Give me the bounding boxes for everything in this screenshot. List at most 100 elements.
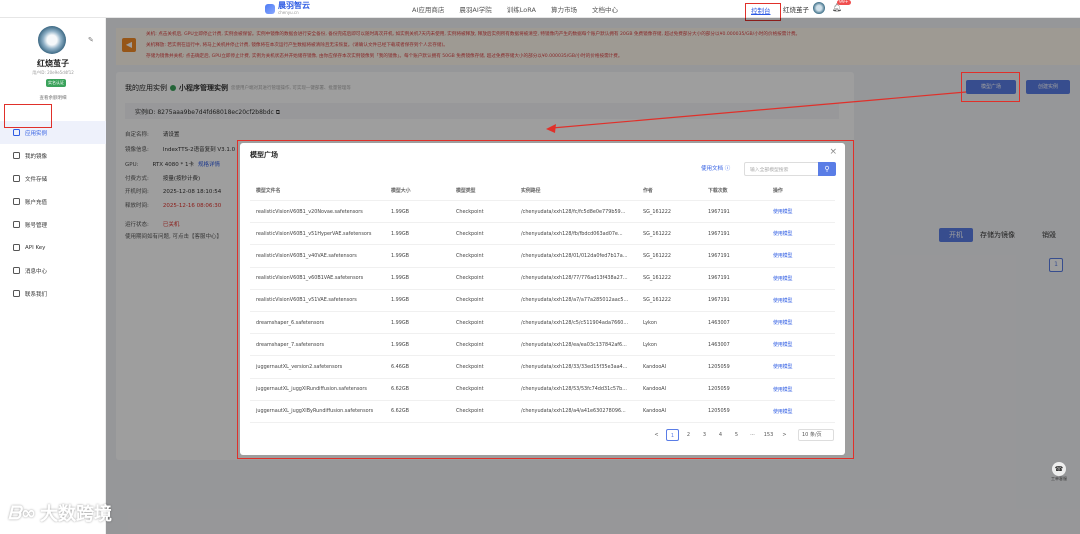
logo-icon [265, 3, 275, 14]
cell-type: Checkpoint [456, 275, 484, 282]
cell-downloads: 1205059 [708, 408, 730, 415]
cell-path: /chenyudata/xxh128/ea/ea03c137842af6... [521, 341, 627, 348]
logo-text: 晨羽智云 [278, 1, 310, 10]
page-ellipsis[interactable]: ··· [746, 429, 759, 441]
support-widget[interactable]: ☎ 工单客服 [1048, 462, 1070, 486]
cell-downloads: 1205059 [708, 386, 730, 393]
sidebar-highlight-box [4, 104, 52, 128]
sidebar-item-images[interactable]: 我的镜像 [0, 144, 106, 167]
cell-path: /chenyudata/xxh128/fb/fbdcd063ad07e... [521, 230, 623, 237]
sidebar-item-label: 文件存储 [25, 176, 48, 183]
page-4[interactable]: 4 [714, 429, 727, 441]
model-search-input[interactable]: 输入全部模型搜索 [744, 162, 820, 176]
cell-downloads: 1967191 [708, 275, 730, 282]
headset-icon: ☎ [1052, 462, 1066, 476]
use-model-link[interactable]: 使用模型 [773, 386, 835, 393]
sidebar-item-contact[interactable]: 联系我们 [0, 282, 106, 305]
cell-name: realisticVisionV60B1_v20Novae.safetensor… [256, 208, 363, 215]
cell-size: 1.99GB [391, 319, 410, 326]
page-size-select[interactable]: 10 条/页 [798, 429, 834, 441]
dialog-title: 模型广场 [250, 151, 278, 159]
table-row: realisticVisionV60B1_v51HyperVAE.safeten… [250, 223, 835, 246]
cell-type: Checkpoint [456, 208, 484, 215]
cell-downloads: 1967191 [708, 252, 730, 259]
use-model-link[interactable]: 使用模型 [773, 252, 835, 259]
verified-badge: 实名认证 [46, 79, 66, 87]
box-icon [13, 152, 20, 159]
table-row: juggernautXL_juggXIRundiffusion.safetens… [250, 379, 835, 401]
cell-path: /chenyudata/xxh128/53/53fc74dd31c57b... [521, 386, 627, 393]
grid-icon [13, 129, 20, 136]
user-icon [13, 221, 20, 228]
cell-path: /chenyudata/xxh128/77/776ad13f438a27... [521, 275, 628, 282]
cell-type: Checkpoint [456, 341, 484, 348]
cell-author: KandooAI [643, 363, 667, 370]
cell-path: /chenyudata/xxh128/a4/a41e630278096... [521, 408, 626, 415]
page-last[interactable]: 153 [762, 429, 775, 441]
cell-name: juggernautXL_version2.safetensors [256, 363, 343, 370]
page-1[interactable]: 1 [666, 429, 679, 441]
use-model-link[interactable]: 使用模型 [773, 275, 835, 282]
model-square-dialog: 模型广场 × 使用文档 ⓘ 输入全部模型搜索 ⚲ 模型文件名 模型大小 模型类型… [240, 143, 845, 455]
use-model-link[interactable]: 使用模型 [773, 208, 835, 215]
use-model-link[interactable]: 使用模型 [773, 363, 835, 370]
balance-link[interactable]: 查看余额明细 [0, 95, 106, 101]
cell-type: Checkpoint [456, 297, 484, 304]
use-model-link[interactable]: 使用模型 [773, 319, 835, 326]
prev-page-button[interactable]: < [650, 429, 663, 441]
contact-icon [13, 290, 20, 297]
page-3[interactable]: 3 [698, 429, 711, 441]
cell-size: 6.62GB [391, 386, 410, 393]
sidebar-item-recharge[interactable]: 账户充值 [0, 190, 106, 213]
user-avatar [38, 26, 66, 54]
sidebar-item-storage[interactable]: 文件存储 [0, 167, 106, 190]
page-5[interactable]: 5 [730, 429, 743, 441]
nav-link-docs[interactable]: 文档中心 [592, 4, 618, 14]
col-type: 模型类型 [456, 188, 476, 194]
nav-link-console[interactable]: 控制台 [751, 5, 771, 15]
key-icon [13, 244, 20, 251]
search-icon[interactable]: ⚲ [818, 162, 836, 176]
nav-link-app-store[interactable]: AI应用商店 [412, 4, 444, 14]
cell-type: Checkpoint [456, 408, 484, 415]
use-model-link[interactable]: 使用模型 [773, 408, 835, 415]
nav-link-market[interactable]: 算力市场 [551, 4, 577, 14]
cell-path: /chenyudata/xxh128/c5/c511904ada7660... [521, 319, 629, 326]
edit-icon[interactable]: ✎ [88, 36, 94, 44]
cell-size: 6.62GB [391, 408, 410, 415]
question-icon: ⓘ [724, 166, 731, 172]
cell-name: juggernautXL_juggXIByRundiffusion.safete… [256, 408, 374, 415]
model-table: 模型文件名 模型大小 模型类型 实例路径 作者 下载次数 操作 realisti… [250, 181, 835, 423]
use-model-link[interactable]: 使用模型 [773, 297, 835, 304]
nav-link-lora[interactable]: 训练LoRA [507, 4, 536, 14]
sidebar-item-messages[interactable]: 消息中心 [0, 259, 106, 282]
table-row: realisticVisionV60B1_v60B1VAE.safetensor… [250, 268, 835, 290]
avatar[interactable] [813, 2, 825, 14]
col-size: 模型大小 [391, 188, 411, 194]
sidebar-item-apikey[interactable]: API Key [0, 236, 106, 259]
cell-author: KandooAI [643, 386, 667, 393]
nav-username[interactable]: 红烧茧子 [783, 4, 809, 14]
cell-downloads: 1205059 [708, 363, 730, 370]
use-model-link[interactable]: 使用模型 [773, 341, 835, 348]
pagination: < 1 2 3 4 5 ··· 153 > 10 条/页 [650, 429, 834, 441]
wallet-icon [13, 198, 20, 205]
cell-author: SG_161222 [643, 275, 672, 282]
nav-link-academy[interactable]: 晨羽AI学院 [459, 4, 491, 14]
sidebar-item-account[interactable]: 账号管理 [0, 213, 106, 236]
cell-type: Checkpoint [456, 319, 484, 326]
logo[interactable]: 晨羽智云 chenyu.cn [265, 2, 310, 15]
table-row: realisticVisionV60B1_v51VAE.safetensors 1… [250, 290, 835, 312]
cell-path: /chenyudata/xxh128/a7/a77a285012aac5... [521, 297, 629, 304]
top-nav: 晨羽智云 chenyu.cn AI应用商店 晨羽AI学院 训练LoRA 算力市场… [0, 0, 1080, 21]
cell-type: Checkpoint [456, 363, 484, 370]
use-model-link[interactable]: 使用模型 [773, 230, 835, 237]
next-page-button[interactable]: > [778, 429, 791, 441]
cell-name: dreamshaper_7.safetensors [256, 341, 325, 348]
docs-link[interactable]: 使用文档 ⓘ [701, 164, 730, 172]
page-2[interactable]: 2 [682, 429, 695, 441]
close-icon[interactable]: × [829, 147, 837, 157]
cell-path: /chenyudata/xxh128/33/33ed15f35e3aa4... [521, 363, 628, 370]
cell-name: realisticVisionV60B1_v51HyperVAE.safeten… [256, 230, 372, 237]
sidebar-item-label: 消息中心 [25, 268, 48, 275]
